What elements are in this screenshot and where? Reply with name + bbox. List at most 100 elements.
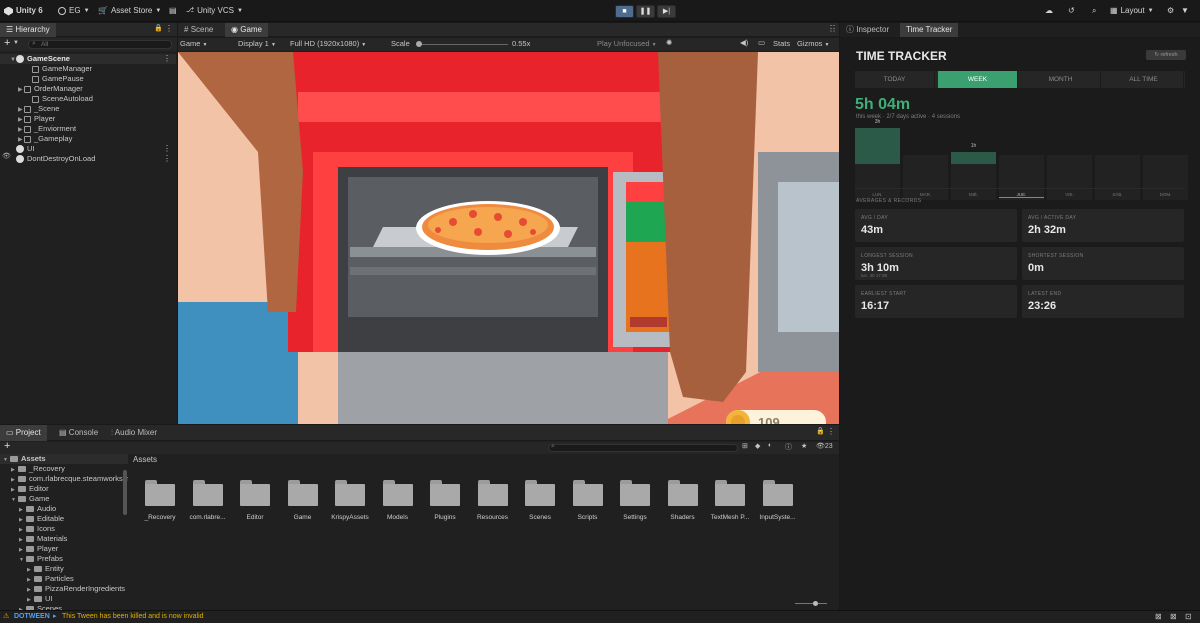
chevron-right-icon[interactable]: ▶ bbox=[11, 465, 18, 474]
period-tab-week[interactable]: WEEK bbox=[938, 71, 1018, 88]
play-mode-dropdown[interactable]: Play Unfocused ▼ bbox=[597, 39, 657, 48]
hierarchy-scene-row[interactable]: ▼ GameScene ⋮ bbox=[0, 54, 176, 64]
step-button[interactable]: ▶| bbox=[657, 5, 676, 18]
debug-icon[interactable]: ⊠ bbox=[1170, 612, 1177, 621]
label-icon[interactable]: ◆ bbox=[755, 442, 760, 450]
hierarchy-item[interactable]: ▶ Player bbox=[0, 114, 176, 124]
layout-dropdown[interactable]: ▦ Layout ▼ bbox=[1110, 4, 1154, 18]
asset-folder[interactable]: TextMesh P... bbox=[707, 480, 753, 521]
asset-folder[interactable]: _Recovery bbox=[137, 480, 183, 521]
tab-game[interactable]: ◉ Game bbox=[225, 23, 269, 37]
project-tree-item[interactable]: ▶ Player bbox=[0, 544, 128, 554]
period-tab-today[interactable]: TODAY bbox=[855, 71, 935, 88]
chevron-down-icon[interactable]: ▼ bbox=[1181, 4, 1189, 18]
lock-icon[interactable]: 🔒 bbox=[816, 427, 825, 435]
more-icon[interactable]: ⋮ bbox=[827, 427, 835, 436]
asset-folder[interactable]: Plugins bbox=[422, 480, 468, 521]
chevron-right-icon[interactable]: ▶ bbox=[19, 525, 26, 534]
asset-folder[interactable]: Settings bbox=[612, 480, 658, 521]
chevron-down-icon[interactable]: ▼ bbox=[11, 495, 18, 504]
hierarchy-item[interactable]: ▶ _Enviorment bbox=[0, 124, 176, 134]
asset-folder[interactable]: Scenes bbox=[517, 480, 563, 521]
project-tree-item[interactable]: ▶ PizzaRenderIngredients bbox=[0, 584, 128, 594]
tab-inspector[interactable]: ⓘ Inspector bbox=[840, 23, 895, 37]
asset-folder[interactable]: Scripts bbox=[565, 480, 611, 521]
project-tree-item[interactable]: ▶ UI bbox=[0, 594, 128, 604]
breadcrumb-label[interactable]: Assets bbox=[133, 455, 157, 464]
tab-console[interactable]: ▤ Console bbox=[53, 425, 104, 441]
search-icon[interactable]: ⌕ bbox=[1092, 4, 1096, 18]
hierarchy-item[interactable]: ▶ _Gameplay bbox=[0, 134, 176, 144]
history-icon[interactable]: ↺ bbox=[1068, 4, 1075, 18]
asset-folder[interactable]: Editor bbox=[232, 480, 278, 521]
asset-folder[interactable]: Game bbox=[280, 480, 326, 521]
project-tree-item[interactable]: ▶ Materials bbox=[0, 534, 128, 544]
keyboard-icon[interactable]: ▭ bbox=[758, 38, 765, 47]
project-tree-item[interactable]: ▶ Editable bbox=[0, 514, 128, 524]
pause-button[interactable]: ❚❚ bbox=[636, 5, 655, 18]
chevron-down-icon[interactable]: ▼ bbox=[13, 40, 19, 46]
chevron-right-icon[interactable]: ▶ bbox=[27, 565, 34, 574]
hierarchy-item[interactable]: ▶ OrderManager bbox=[0, 84, 176, 94]
chevron-right-icon[interactable]: ▶ bbox=[19, 545, 26, 554]
project-tree-item[interactable]: ▶ com.rlabrecque.steamworks.net bbox=[0, 474, 128, 484]
filter-icon[interactable]: ⊞ bbox=[742, 442, 748, 450]
project-tree-item[interactable]: ▶ Audio bbox=[0, 504, 128, 514]
project-tree-item[interactable]: ▼ Assets bbox=[0, 454, 128, 464]
tab-project[interactable]: ▭ Project bbox=[0, 425, 47, 441]
asset-folder[interactable]: KrispyAssets bbox=[327, 480, 373, 521]
asset-folder[interactable]: InputSyste... bbox=[755, 480, 801, 521]
project-tree-item[interactable]: ▼ Prefabs bbox=[0, 554, 128, 564]
mute-icon[interactable]: ◀) bbox=[740, 38, 748, 47]
game-viewport[interactable]: 109 bbox=[178, 52, 839, 424]
chevron-right-icon[interactable]: ▶ bbox=[27, 595, 34, 604]
warning-icon[interactable]: ⓘ bbox=[785, 442, 792, 452]
display-dropdown[interactable]: Display 1 ▼ bbox=[238, 39, 276, 48]
asset-folder[interactable]: Resources bbox=[470, 480, 516, 521]
tab-hierarchy[interactable]: ☰ Hierarchy bbox=[0, 23, 56, 37]
slider-thumb[interactable] bbox=[416, 41, 422, 47]
build-icon[interactable]: ⊡ bbox=[1185, 612, 1192, 621]
period-tab-month[interactable]: MONTH bbox=[1021, 71, 1101, 88]
refresh-button[interactable]: ↻ refresh bbox=[1146, 50, 1186, 60]
resolution-dropdown[interactable]: Full HD (1920x1080) ▼ bbox=[290, 39, 366, 48]
gizmos-dropdown[interactable]: Gizmos ▼ bbox=[797, 39, 829, 48]
network-icon[interactable]: ⊠ bbox=[1155, 612, 1162, 621]
lock-icon[interactable]: 🔒 bbox=[154, 24, 163, 32]
more-icon[interactable]: ⋮ bbox=[165, 24, 173, 33]
chevron-down-icon[interactable]: ▼ bbox=[3, 455, 10, 464]
stats-toggle[interactable]: Stats bbox=[773, 39, 790, 48]
project-tree-item[interactable]: ▶ Editor bbox=[0, 484, 128, 494]
status-message[interactable]: This Tween has been killed and is now in… bbox=[62, 613, 204, 620]
hierarchy-item[interactable]: UI ⋮ bbox=[0, 144, 176, 154]
hierarchy-search[interactable]: ⌕ All bbox=[28, 40, 172, 49]
more-icon[interactable]: ⋮ bbox=[163, 54, 171, 64]
chevron-right-icon[interactable]: ▶ bbox=[19, 505, 26, 514]
add-icon[interactable]: + bbox=[4, 440, 10, 452]
zoom-slider[interactable] bbox=[795, 601, 827, 606]
more-icon[interactable]: ⋮ bbox=[163, 144, 171, 154]
play-button[interactable]: ■ bbox=[615, 5, 634, 18]
vcs-dropdown[interactable]: ⎇ Unity VCS ▼ bbox=[186, 4, 243, 18]
chevron-down-icon[interactable]: ▼ bbox=[19, 555, 26, 564]
asset-folder[interactable]: com.rlabre... bbox=[185, 480, 231, 521]
tab-scene[interactable]: # Scene bbox=[178, 23, 219, 37]
type-icon[interactable]: ◐ bbox=[768, 442, 772, 449]
unity-menu[interactable]: Unity 6 bbox=[4, 4, 43, 18]
project-tree-item[interactable]: ▶ Icons bbox=[0, 524, 128, 534]
hierarchy-item[interactable]: GameManager bbox=[0, 64, 176, 74]
game-dropdown[interactable]: Game ▼ bbox=[180, 39, 207, 48]
chevron-right-icon[interactable]: ▶ bbox=[11, 475, 18, 484]
star-icon[interactable]: ★ bbox=[801, 442, 807, 450]
hierarchy-item[interactable]: DontDestroyOnLoad ⋮ bbox=[0, 154, 176, 164]
settings-icon[interactable]: ⚙ bbox=[1167, 4, 1174, 18]
visibility-icon[interactable]: 👁 bbox=[2, 152, 11, 160]
chevron-right-icon[interactable]: ▶ bbox=[11, 485, 18, 494]
more-icon[interactable]: ⋮ bbox=[163, 154, 171, 164]
slider-thumb[interactable] bbox=[813, 601, 818, 606]
project-tree-item[interactable]: ▶ Entity bbox=[0, 564, 128, 574]
chevron-right-icon[interactable]: ▶ bbox=[19, 535, 26, 544]
project-search[interactable]: ⌕ bbox=[548, 443, 738, 452]
chevron-right-icon[interactable]: ▶ bbox=[27, 585, 34, 594]
cloud-icon[interactable]: ☁ bbox=[1045, 4, 1053, 18]
